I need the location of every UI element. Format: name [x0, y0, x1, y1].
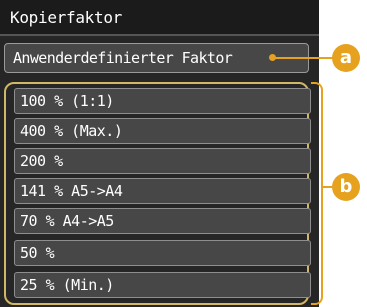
custom-ratio-label: Anwenderdefinierter Faktor: [13, 49, 233, 67]
preset-item-label: 400 % (Max.): [20, 122, 123, 140]
callout-b-badge: b: [332, 173, 360, 201]
preset-item-label: 70 % A4->A5: [20, 212, 114, 230]
preset-item-200[interactable]: 200 %: [14, 148, 311, 174]
title-bar: Kopierfaktor: [0, 0, 319, 36]
callout-b-bracket: [311, 82, 323, 305]
callout-a-line: [273, 57, 334, 59]
preset-item-141[interactable]: 141 % A5->A4: [14, 178, 311, 204]
preset-item-70[interactable]: 70 % A4->A5: [14, 208, 311, 234]
preset-item-25[interactable]: 25 % (Min.): [14, 272, 311, 298]
preset-item-label: 200 %: [20, 152, 63, 170]
screen-title: Kopierfaktor: [10, 8, 122, 27]
preset-item-400[interactable]: 400 % (Max.): [14, 118, 311, 144]
custom-ratio-button[interactable]: Anwenderdefinierter Faktor: [4, 43, 309, 73]
preset-item-label: 141 % A5->A4: [20, 182, 123, 200]
preset-item-100[interactable]: 100 % (1:1): [14, 88, 311, 114]
preset-item-label: 25 % (Min.): [20, 276, 114, 294]
preset-item-50[interactable]: 50 %: [14, 240, 311, 266]
preset-item-label: 50 %: [20, 244, 55, 262]
preset-item-label: 100 % (1:1): [20, 92, 114, 110]
touch-panel-screen: Kopierfaktor Anwenderdefinierter Faktor …: [0, 0, 319, 307]
preset-ratio-list: 100 % (1:1) 400 % (Max.) 200 % 141 % A5-…: [4, 82, 311, 305]
callout-a-badge: a: [332, 44, 360, 72]
